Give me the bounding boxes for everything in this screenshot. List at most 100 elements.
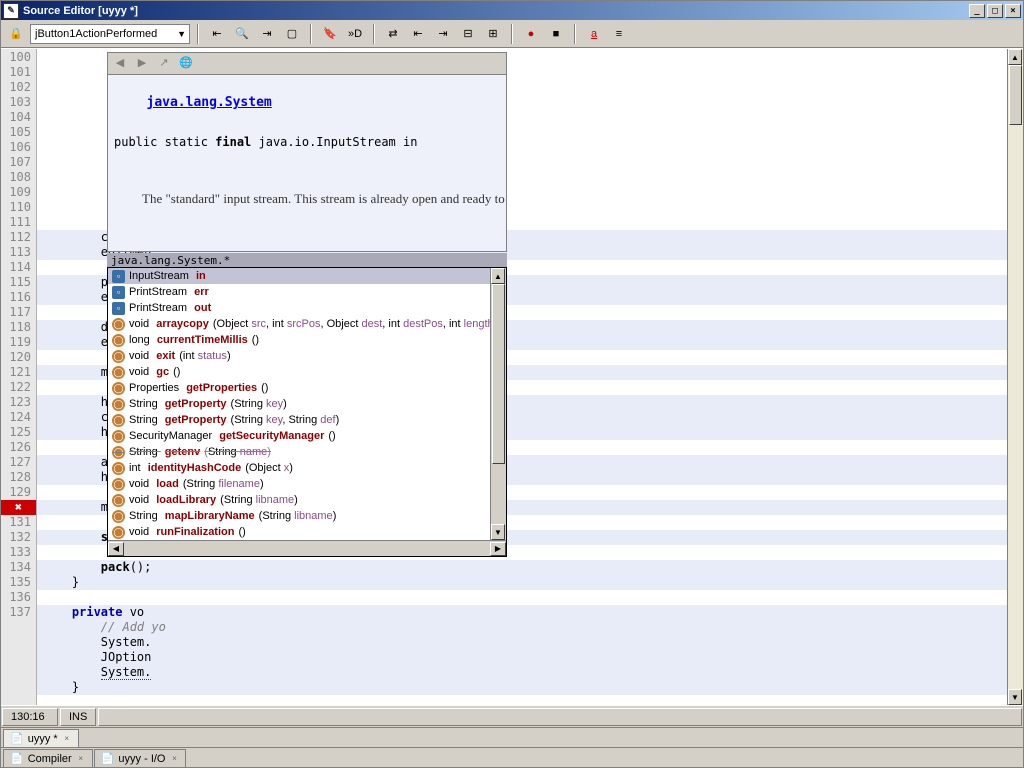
code-line[interactable] <box>37 695 1007 705</box>
javadoc-external-icon[interactable]: ↗ <box>156 56 172 72</box>
shift-right-icon[interactable]: ⇥ <box>432 23 454 45</box>
code-content[interactable]: ◀ ▶ ↗ 🌐 java.lang.System public static f… <box>37 49 1007 705</box>
comment-icon[interactable]: ⊟ <box>457 23 479 45</box>
autocomplete-item[interactable]: ◯Properties getProperties() <box>108 380 506 396</box>
autocomplete-item[interactable]: ◯long currentTimeMillis() <box>108 332 506 348</box>
autocomplete-item[interactable]: ◯void load(String filename) <box>108 476 506 492</box>
match-brace-icon[interactable]: ⇄ <box>382 23 404 45</box>
javadoc-browser-icon[interactable]: 🌐 <box>178 56 194 72</box>
gutter-line[interactable]: 100 <box>1 50 36 65</box>
method-combo[interactable]: jButton1ActionPerformed <box>30 24 190 44</box>
gutter-line[interactable]: 131 <box>1 515 36 530</box>
nav-fwd-icon[interactable]: ⇥ <box>256 23 278 45</box>
scroll-thumb[interactable] <box>492 284 505 464</box>
autocomplete-item[interactable]: ◯void runFinalization() <box>108 524 506 540</box>
autocomplete-item[interactable]: ▫InputStream in <box>108 268 506 284</box>
gutter-line[interactable]: 135 <box>1 575 36 590</box>
autocomplete-item[interactable]: ▫PrintStream out <box>108 300 506 316</box>
maximize-button[interactable]: □ <box>987 4 1003 18</box>
gutter-line[interactable]: 101 <box>1 65 36 80</box>
lock-icon[interactable]: 🔒 <box>5 23 27 45</box>
javadoc-back-icon[interactable]: ◀ <box>112 56 128 72</box>
start-macro-icon[interactable]: ● <box>520 23 542 45</box>
code-line[interactable]: } <box>37 575 1007 590</box>
scroll-up-icon[interactable]: ▲ <box>1008 49 1022 65</box>
status-insert-mode[interactable]: INS <box>60 708 96 726</box>
autocomplete-item[interactable]: ◯String mapLibraryName(String libname) <box>108 508 506 524</box>
highlight-icon[interactable]: ▢ <box>281 23 303 45</box>
gutter-line[interactable]: 129 <box>1 485 36 500</box>
code-line[interactable]: } <box>37 680 1007 695</box>
gutter-line[interactable]: 133 <box>1 545 36 560</box>
code-line[interactable]: private vo <box>37 605 1007 620</box>
autocomplete-item[interactable]: ◯String getenv(String name) <box>108 444 506 460</box>
scroll-thumb[interactable] <box>1009 65 1022 125</box>
code-line[interactable]: JOption <box>37 650 1007 665</box>
gutter-line[interactable]: 108 <box>1 170 36 185</box>
autocomplete-item[interactable]: ◯void gc() <box>108 364 506 380</box>
javadoc-class-link[interactable]: java.lang.System <box>147 95 272 110</box>
titlebar[interactable]: ✎ Source Editor [uyyy *] _ □ × <box>1 1 1023 20</box>
gutter-line[interactable]: 126 <box>1 440 36 455</box>
scroll-left-icon[interactable]: ◀ <box>108 542 124 556</box>
autocomplete-item[interactable]: ◯SecurityManager getSecurityManager() <box>108 428 506 444</box>
gutter-line[interactable]: 116 <box>1 290 36 305</box>
close-icon[interactable]: × <box>62 734 72 744</box>
bookmark-next-icon[interactable]: »D <box>344 23 366 45</box>
bookmark-toggle-icon[interactable]: 🔖 <box>319 23 341 45</box>
code-line[interactable]: System. <box>37 665 1007 680</box>
gutter-line[interactable]: 119 <box>1 335 36 350</box>
gutter-line[interactable]: 107 <box>1 155 36 170</box>
close-icon[interactable]: × <box>169 754 179 764</box>
gutter-line[interactable]: 112 <box>1 230 36 245</box>
scroll-down-icon[interactable]: ▼ <box>491 524 505 540</box>
gutter-line[interactable]: 117 <box>1 305 36 320</box>
gutter-line[interactable]: 109 <box>1 185 36 200</box>
gutter-line[interactable]: 120 <box>1 350 36 365</box>
scroll-right-icon[interactable]: ▶ <box>490 542 506 556</box>
gutter-line[interactable]: 122 <box>1 380 36 395</box>
gutter-line[interactable]: 115 <box>1 275 36 290</box>
code-line[interactable] <box>37 590 1007 605</box>
code-line[interactable]: System. <box>37 635 1007 650</box>
autocomplete-item[interactable]: ◯void arraycopy(Object src, int srcPos, … <box>108 316 506 332</box>
gutter-line[interactable]: 102 <box>1 80 36 95</box>
autocomplete-item[interactable]: ◯String getProperty(String key, String d… <box>108 412 506 428</box>
autocomplete-hscrollbar[interactable]: ◀ ▶ <box>108 540 506 556</box>
autocomplete-item[interactable]: ▫PrintStream err <box>108 284 506 300</box>
gutter-line[interactable]: 125 <box>1 425 36 440</box>
minimize-button[interactable]: _ <box>969 4 985 18</box>
gutter-line[interactable]: 127 <box>1 455 36 470</box>
close-icon[interactable]: × <box>76 754 86 764</box>
gutter-line[interactable]: 134 <box>1 560 36 575</box>
editor-vscrollbar[interactable]: ▲ ▼ <box>1007 49 1023 705</box>
gutter-line[interactable]: 105 <box>1 125 36 140</box>
shift-left-icon[interactable]: ⇤ <box>407 23 429 45</box>
gutter-line[interactable]: 113 <box>1 245 36 260</box>
autocomplete-item[interactable]: ◯String getProperty(String key) <box>108 396 506 412</box>
error-stripe-icon[interactable]: a <box>583 23 605 45</box>
gutter-line[interactable]: 123 <box>1 395 36 410</box>
gutter-line[interactable]: 110 <box>1 200 36 215</box>
scroll-up-icon[interactable]: ▲ <box>491 268 505 284</box>
gutter-line[interactable]: 103 <box>1 95 36 110</box>
autocomplete-item[interactable]: ◯void exit(int status) <box>108 348 506 364</box>
output-tab[interactable]: 📄Compiler× <box>3 749 93 767</box>
autocomplete-item[interactable]: ◯void loadLibrary(String libname) <box>108 492 506 508</box>
gutter-line[interactable]: 124 <box>1 410 36 425</box>
gutter-line[interactable]: 104 <box>1 110 36 125</box>
code-line[interactable]: // Add yo <box>37 620 1007 635</box>
nav-back-icon[interactable]: ⇤ <box>206 23 228 45</box>
gutter-line[interactable]: 111 <box>1 215 36 230</box>
file-tab[interactable]: 📄uyyy *× <box>3 729 79 747</box>
gutter-line[interactable]: 136 <box>1 590 36 605</box>
output-tab[interactable]: 📄uyyy - I/O× <box>94 749 187 767</box>
autocomplete-vscrollbar[interactable]: ▲ ▼ <box>490 268 506 540</box>
uncomment-icon[interactable]: ⊞ <box>482 23 504 45</box>
line-wrap-icon[interactable]: ≡ <box>608 23 630 45</box>
gutter-line[interactable]: 137 <box>1 605 36 620</box>
code-line[interactable]: pack(); <box>37 560 1007 575</box>
javadoc-fwd-icon[interactable]: ▶ <box>134 56 150 72</box>
gutter-line[interactable]: 106 <box>1 140 36 155</box>
gutter-line[interactable]: 128 <box>1 470 36 485</box>
